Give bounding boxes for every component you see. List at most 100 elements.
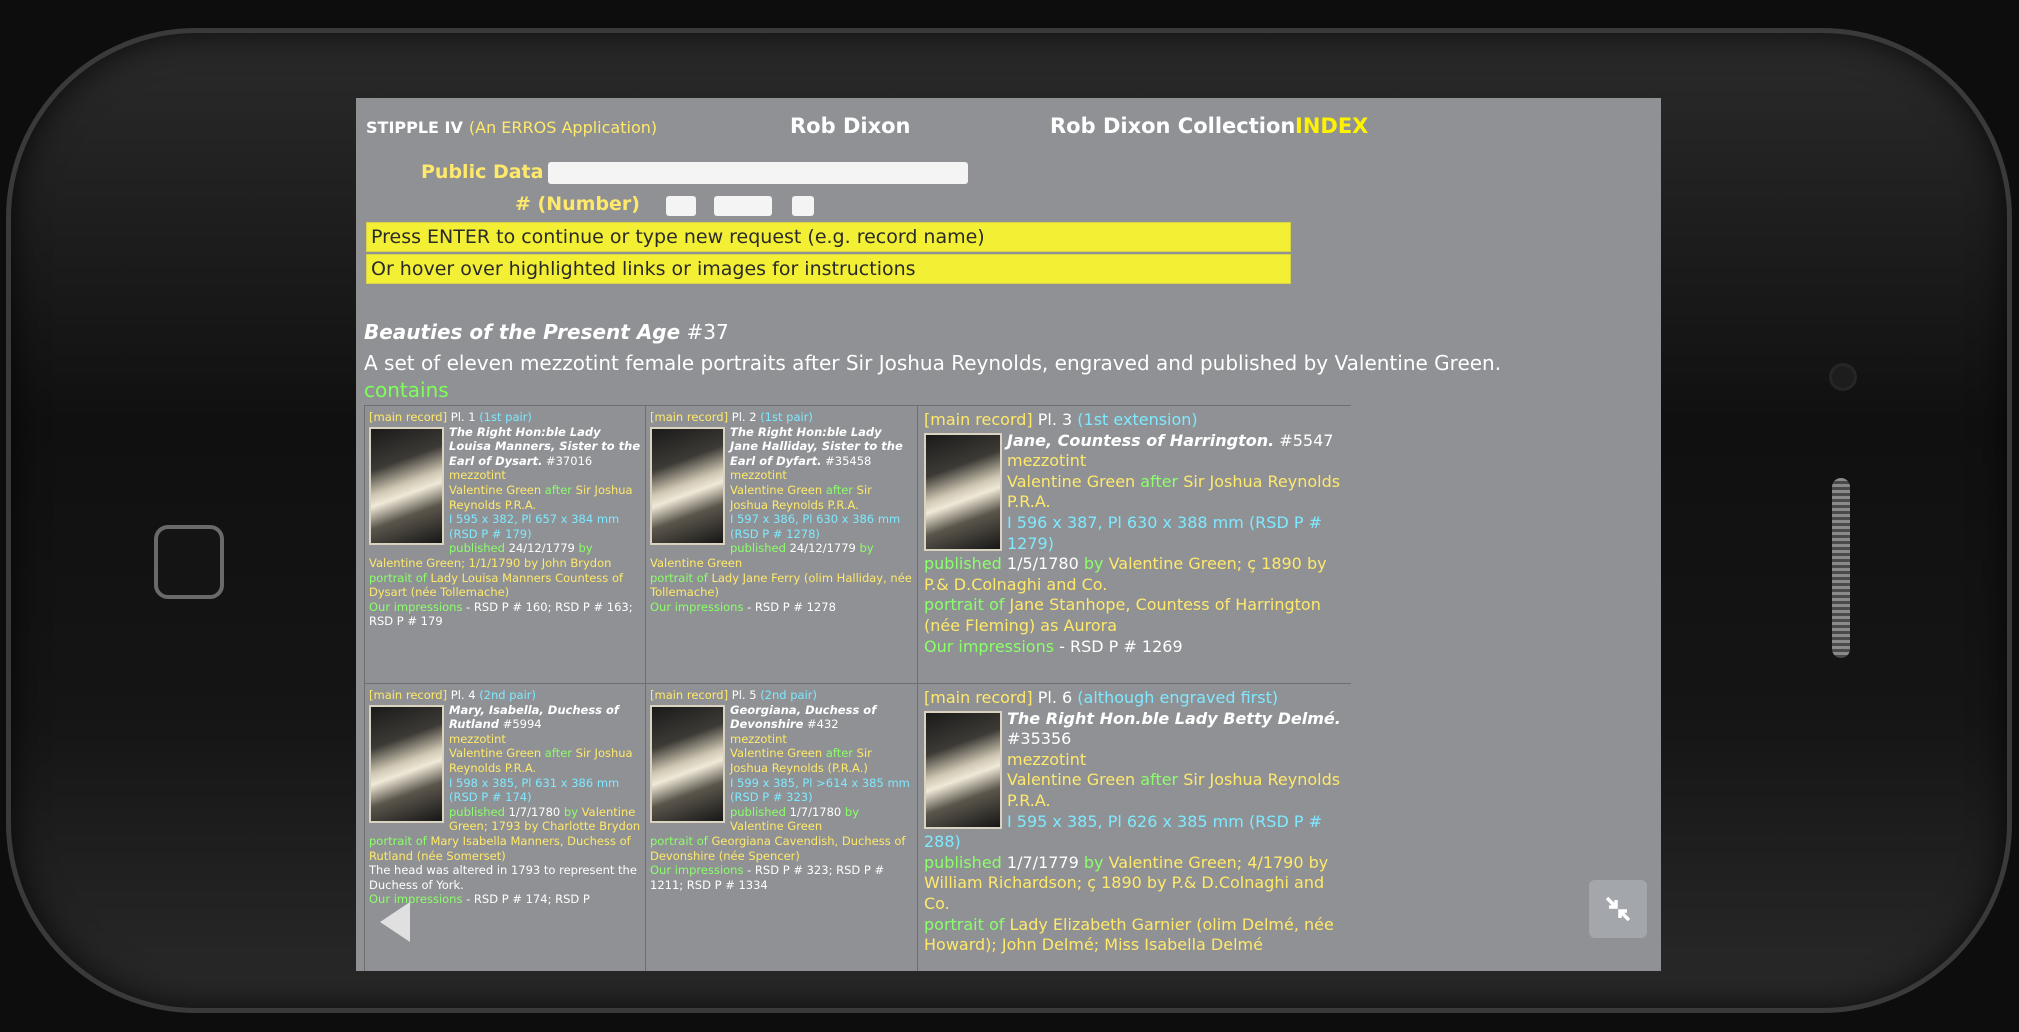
index-link[interactable]: INDEX — [1295, 114, 1368, 138]
plate-title[interactable]: Jane, Countess of Harrington. — [1007, 431, 1274, 450]
record-description: A set of eleven mezzotint female portrai… — [364, 351, 1502, 375]
plate-cell: [main record] Pl. 6 (although engraved f… — [918, 684, 1352, 971]
main-record-link[interactable]: [main record] — [924, 410, 1033, 429]
pair-label: (2nd pair) — [479, 688, 536, 702]
publisher[interactable]: Valentine Green; 1/1/1790 by John Brydon — [369, 556, 611, 570]
portrait-word: portrait of — [369, 833, 427, 848]
home-button[interactable] — [154, 525, 224, 599]
exit-fullscreen-button[interactable] — [1589, 880, 1647, 938]
portrait-thumbnail[interactable] — [369, 426, 444, 545]
record-id: #35356 — [1007, 729, 1072, 749]
front-camera — [1832, 366, 1854, 388]
impressions-label[interactable]: Our impressions — [650, 863, 743, 877]
portrait-thumbnail[interactable] — [650, 426, 725, 545]
plate-title[interactable]: Georgiana, Duchess of Devonshire — [730, 703, 876, 732]
record-title: Beauties of the Present Age #37 — [364, 320, 729, 344]
pair-label: (1st extension) — [1077, 410, 1198, 429]
number-label: # (Number) — [515, 193, 640, 215]
plate-title[interactable]: The Right Hon.ble Lady Betty Delmé. — [1007, 709, 1341, 728]
public-data-label: Public Data — [421, 161, 544, 183]
published-word: published — [730, 804, 786, 819]
number-input-1[interactable] — [666, 196, 696, 216]
publisher[interactable]: Valentine Green — [730, 819, 822, 833]
published-date: 1/7/1779 — [1006, 852, 1079, 872]
published-word: published — [449, 804, 505, 819]
after-word: after — [1140, 770, 1179, 790]
impressions-list: - RSD P # 1278 — [747, 599, 836, 614]
app-subtitle: (An ERROS Application) — [468, 118, 658, 137]
portrait-word: portrait of — [924, 595, 1005, 615]
plate-number: Pl. 2 — [731, 410, 757, 424]
engraver[interactable]: Valentine Green — [449, 746, 541, 760]
record-title-text: Beauties of the Present Age — [364, 320, 681, 344]
engraver[interactable]: Valentine Green — [730, 746, 822, 760]
by-word: by — [1083, 554, 1104, 574]
medium: mezzotint — [1007, 451, 1087, 471]
plate-title[interactable]: The Right Hon:ble Lady Louisa Manners, S… — [449, 425, 640, 468]
published-word: published — [924, 852, 1002, 872]
collection-title: Rob Dixon Collection — [1050, 114, 1296, 138]
published-date: 24/12/1779 — [789, 541, 856, 556]
main-record-link[interactable]: [main record] — [369, 410, 447, 424]
published-word: published — [449, 541, 505, 556]
plate-cell: [main record] Pl. 1 (1st pair) The Right… — [365, 406, 645, 683]
main-record-link[interactable]: [main record] — [650, 410, 728, 424]
plate-cell: [main record] Pl. 5 (2nd pair) Georgiana… — [646, 684, 917, 971]
plate-number: Pl. 1 — [450, 410, 476, 424]
engraver[interactable]: Valentine Green — [730, 483, 822, 497]
by-word: by — [859, 541, 874, 556]
by-word: by — [563, 804, 579, 819]
portrait-thumbnail[interactable] — [369, 704, 444, 823]
after-word: after — [825, 746, 854, 761]
by-word: by — [1083, 852, 1104, 872]
published-word: published — [730, 541, 786, 556]
record-id: #37016 — [545, 453, 593, 468]
portrait-thumbnail[interactable] — [924, 710, 1002, 829]
plate-number: Pl. 4 — [450, 688, 476, 702]
plate-number: Pl. 6 — [1037, 688, 1073, 707]
impressions-label[interactable]: Our impressions — [924, 637, 1054, 656]
portrait-thumbnail[interactable] — [650, 704, 725, 823]
impressions-list: - RSD P # 174; RSD P — [466, 892, 590, 907]
portrait-word: portrait of — [650, 833, 708, 848]
after-word: after — [544, 746, 573, 761]
engraver[interactable]: Valentine Green — [449, 483, 541, 497]
notice-enter: Press ENTER to continue or type new requ… — [366, 222, 1291, 252]
back-arrow-icon[interactable] — [380, 902, 410, 942]
medium: mezzotint — [449, 731, 506, 746]
medium: mezzotint — [1007, 749, 1087, 769]
number-input-2[interactable] — [714, 196, 772, 216]
plate-number: Pl. 3 — [1037, 410, 1073, 429]
published-date: 24/12/1779 — [508, 541, 575, 556]
record-number: #37 — [686, 320, 729, 344]
publisher[interactable]: Valentine Green — [650, 556, 742, 570]
public-data-input[interactable] — [548, 162, 968, 184]
after-word: after — [544, 482, 573, 497]
engraver[interactable]: Valentine Green — [1007, 472, 1135, 491]
owner-name: Rob Dixon — [790, 114, 911, 138]
header-bar: STIPPLE IV (An ERROS Application) Rob Dix… — [366, 114, 1656, 144]
main-record-link[interactable]: [main record] — [650, 688, 728, 702]
plate-title[interactable]: The Right Hon:ble Lady Jane Halliday, Si… — [730, 425, 903, 468]
main-record-link[interactable]: [main record] — [924, 688, 1033, 707]
medium: mezzotint — [730, 731, 787, 746]
engraver[interactable]: Valentine Green — [1007, 770, 1135, 789]
after-word: after — [1140, 471, 1179, 491]
published-date: 1/7/1780 — [789, 804, 842, 819]
impressions-label[interactable]: Our impressions — [650, 600, 743, 614]
portrait-word: portrait of — [369, 570, 427, 585]
dimensions: I 596 x 387, Pl 630 x 388 mm (RSD P # 12… — [1007, 512, 1322, 553]
by-word: by — [578, 541, 593, 556]
pair-label: (although engraved first) — [1077, 688, 1279, 707]
dimensions: I 598 x 385, Pl 631 x 386 mm (RSD P # 17… — [449, 775, 620, 805]
dimensions: I 595 x 382, Pl 657 x 384 mm (RSD P # 17… — [449, 512, 620, 541]
plate-cell: [main record] Pl. 3 (1st extension) Jane… — [918, 406, 1352, 683]
portrait-thumbnail[interactable] — [924, 432, 1002, 551]
impressions-label[interactable]: Our impressions — [369, 600, 462, 614]
contains-link[interactable]: contains — [364, 378, 449, 402]
dimensions: I 599 x 385, Pl >614 x 385 mm (RSD P # 3… — [730, 775, 910, 805]
record-id: #5547 — [1279, 430, 1334, 450]
number-input-3[interactable] — [792, 196, 814, 216]
medium: mezzotint — [730, 468, 787, 483]
main-record-link[interactable]: [main record] — [369, 688, 447, 702]
